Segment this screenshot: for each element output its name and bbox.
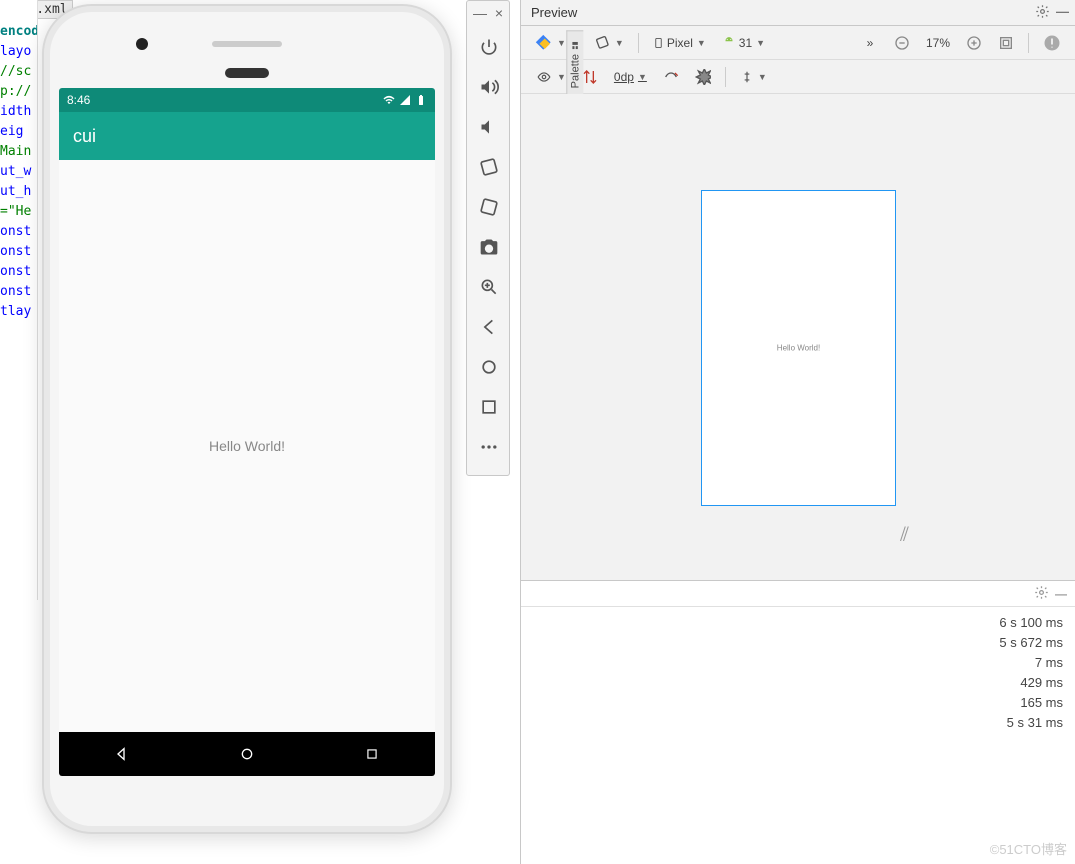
log-line: 6 s 100 ms (533, 613, 1063, 633)
zoom-out-button[interactable] (888, 30, 916, 56)
log-line: 5 s 672 ms (533, 633, 1063, 653)
app-title: cui (73, 126, 96, 147)
more-button[interactable] (467, 427, 511, 467)
emulator-close-button[interactable]: × (495, 5, 503, 21)
preview-toolbar-view: ▼ 0dp▼ ▼ (521, 60, 1075, 94)
log-line: 5 s 31 ms (533, 713, 1063, 733)
android-app-bar: cui (59, 112, 435, 160)
home-nav-button[interactable] (467, 347, 511, 387)
blueprint-view[interactable]: Hello World! (701, 190, 896, 506)
warnings-button[interactable] (1037, 30, 1067, 56)
app-content: Hello World! (59, 160, 435, 732)
phone-frame: 8:46 cui Hello World! (42, 4, 452, 834)
preview-title: Preview (531, 5, 577, 20)
clear-constraints-button[interactable] (657, 64, 685, 90)
volume-down-button[interactable] (467, 107, 511, 147)
emulator-minimize-button[interactable]: — (473, 5, 487, 21)
nav-back-button[interactable] (100, 732, 144, 776)
orientation-dropdown[interactable]: ▼ (589, 30, 630, 56)
rotate-left-button[interactable] (467, 147, 511, 187)
signal-icon (399, 94, 411, 106)
preview-panel: Palette Preview — ▼ ▼ Pixel▼ 31▼ » 17% ▼… (520, 0, 1075, 580)
back-nav-button[interactable] (467, 307, 511, 347)
log-line: 7 ms (533, 653, 1063, 673)
emulator-toolbar: — × (466, 0, 510, 476)
android-nav-bar (59, 732, 435, 776)
power-button[interactable] (467, 27, 511, 67)
volume-up-button[interactable] (467, 67, 511, 107)
status-time: 8:46 (67, 93, 90, 107)
phone-screen: 8:46 cui Hello World! (59, 88, 435, 776)
hide-log-button[interactable]: — (1055, 587, 1067, 601)
blueprint-hello-text[interactable]: Hello World! (777, 344, 820, 353)
palette-icon (570, 39, 580, 51)
hello-world-text: Hello World! (209, 438, 285, 454)
palette-tab[interactable]: Palette (566, 30, 583, 97)
hide-panel-button[interactable]: — (1056, 4, 1069, 22)
build-log-panel: — 6 s 100 ms5 s 672 ms7 ms429 ms165 ms5 … (520, 580, 1075, 864)
phone-speaker (212, 41, 282, 47)
overview-nav-button[interactable] (467, 387, 511, 427)
watermark: ©51CTO博客 (990, 839, 1067, 858)
preview-header: Preview — (521, 0, 1075, 26)
gear-icon[interactable] (1034, 585, 1049, 603)
preview-toolbar-device: ▼ ▼ Pixel▼ 31▼ » 17% (521, 26, 1075, 60)
device-dropdown[interactable]: Pixel▼ (647, 30, 712, 56)
android-status-bar: 8:46 (59, 88, 435, 112)
zoom-level[interactable]: 17% (920, 30, 956, 56)
wifi-icon (383, 94, 395, 106)
resize-handle-icon[interactable]: ⫽ (900, 524, 909, 547)
nav-recents-button[interactable] (350, 732, 394, 776)
emulator-window: 8:46 cui Hello World! (42, 4, 452, 844)
phone-home-pill (225, 68, 269, 78)
gear-icon[interactable] (1035, 4, 1050, 22)
log-line: 429 ms (533, 673, 1063, 693)
api-dropdown[interactable]: 31▼ (716, 30, 771, 56)
infer-constraints-button[interactable] (689, 64, 717, 90)
nav-home-button[interactable] (225, 732, 269, 776)
log-line: 165 ms (533, 693, 1063, 713)
zoom-in-button[interactable] (960, 30, 988, 56)
log-content: 6 s 100 ms5 s 672 ms7 ms429 ms165 ms5 s … (521, 607, 1075, 739)
code-editor-strip: encodlayo//scp://idtheigMainut_wut_h="He… (0, 0, 38, 600)
screenshot-button[interactable] (467, 227, 511, 267)
phone-camera-dot (136, 38, 148, 50)
toolbar-overflow[interactable]: » (856, 30, 884, 56)
design-surface[interactable]: Hello World! ⫽ (521, 94, 1075, 580)
guidelines-dropdown[interactable]: ▼ (734, 64, 773, 90)
log-header: — (521, 581, 1075, 607)
zoom-fit-button[interactable] (992, 30, 1020, 56)
rotate-right-button[interactable] (467, 187, 511, 227)
zoom-button[interactable] (467, 267, 511, 307)
default-margins-dropdown[interactable]: 0dp▼ (608, 64, 653, 90)
battery-icon (415, 94, 427, 106)
